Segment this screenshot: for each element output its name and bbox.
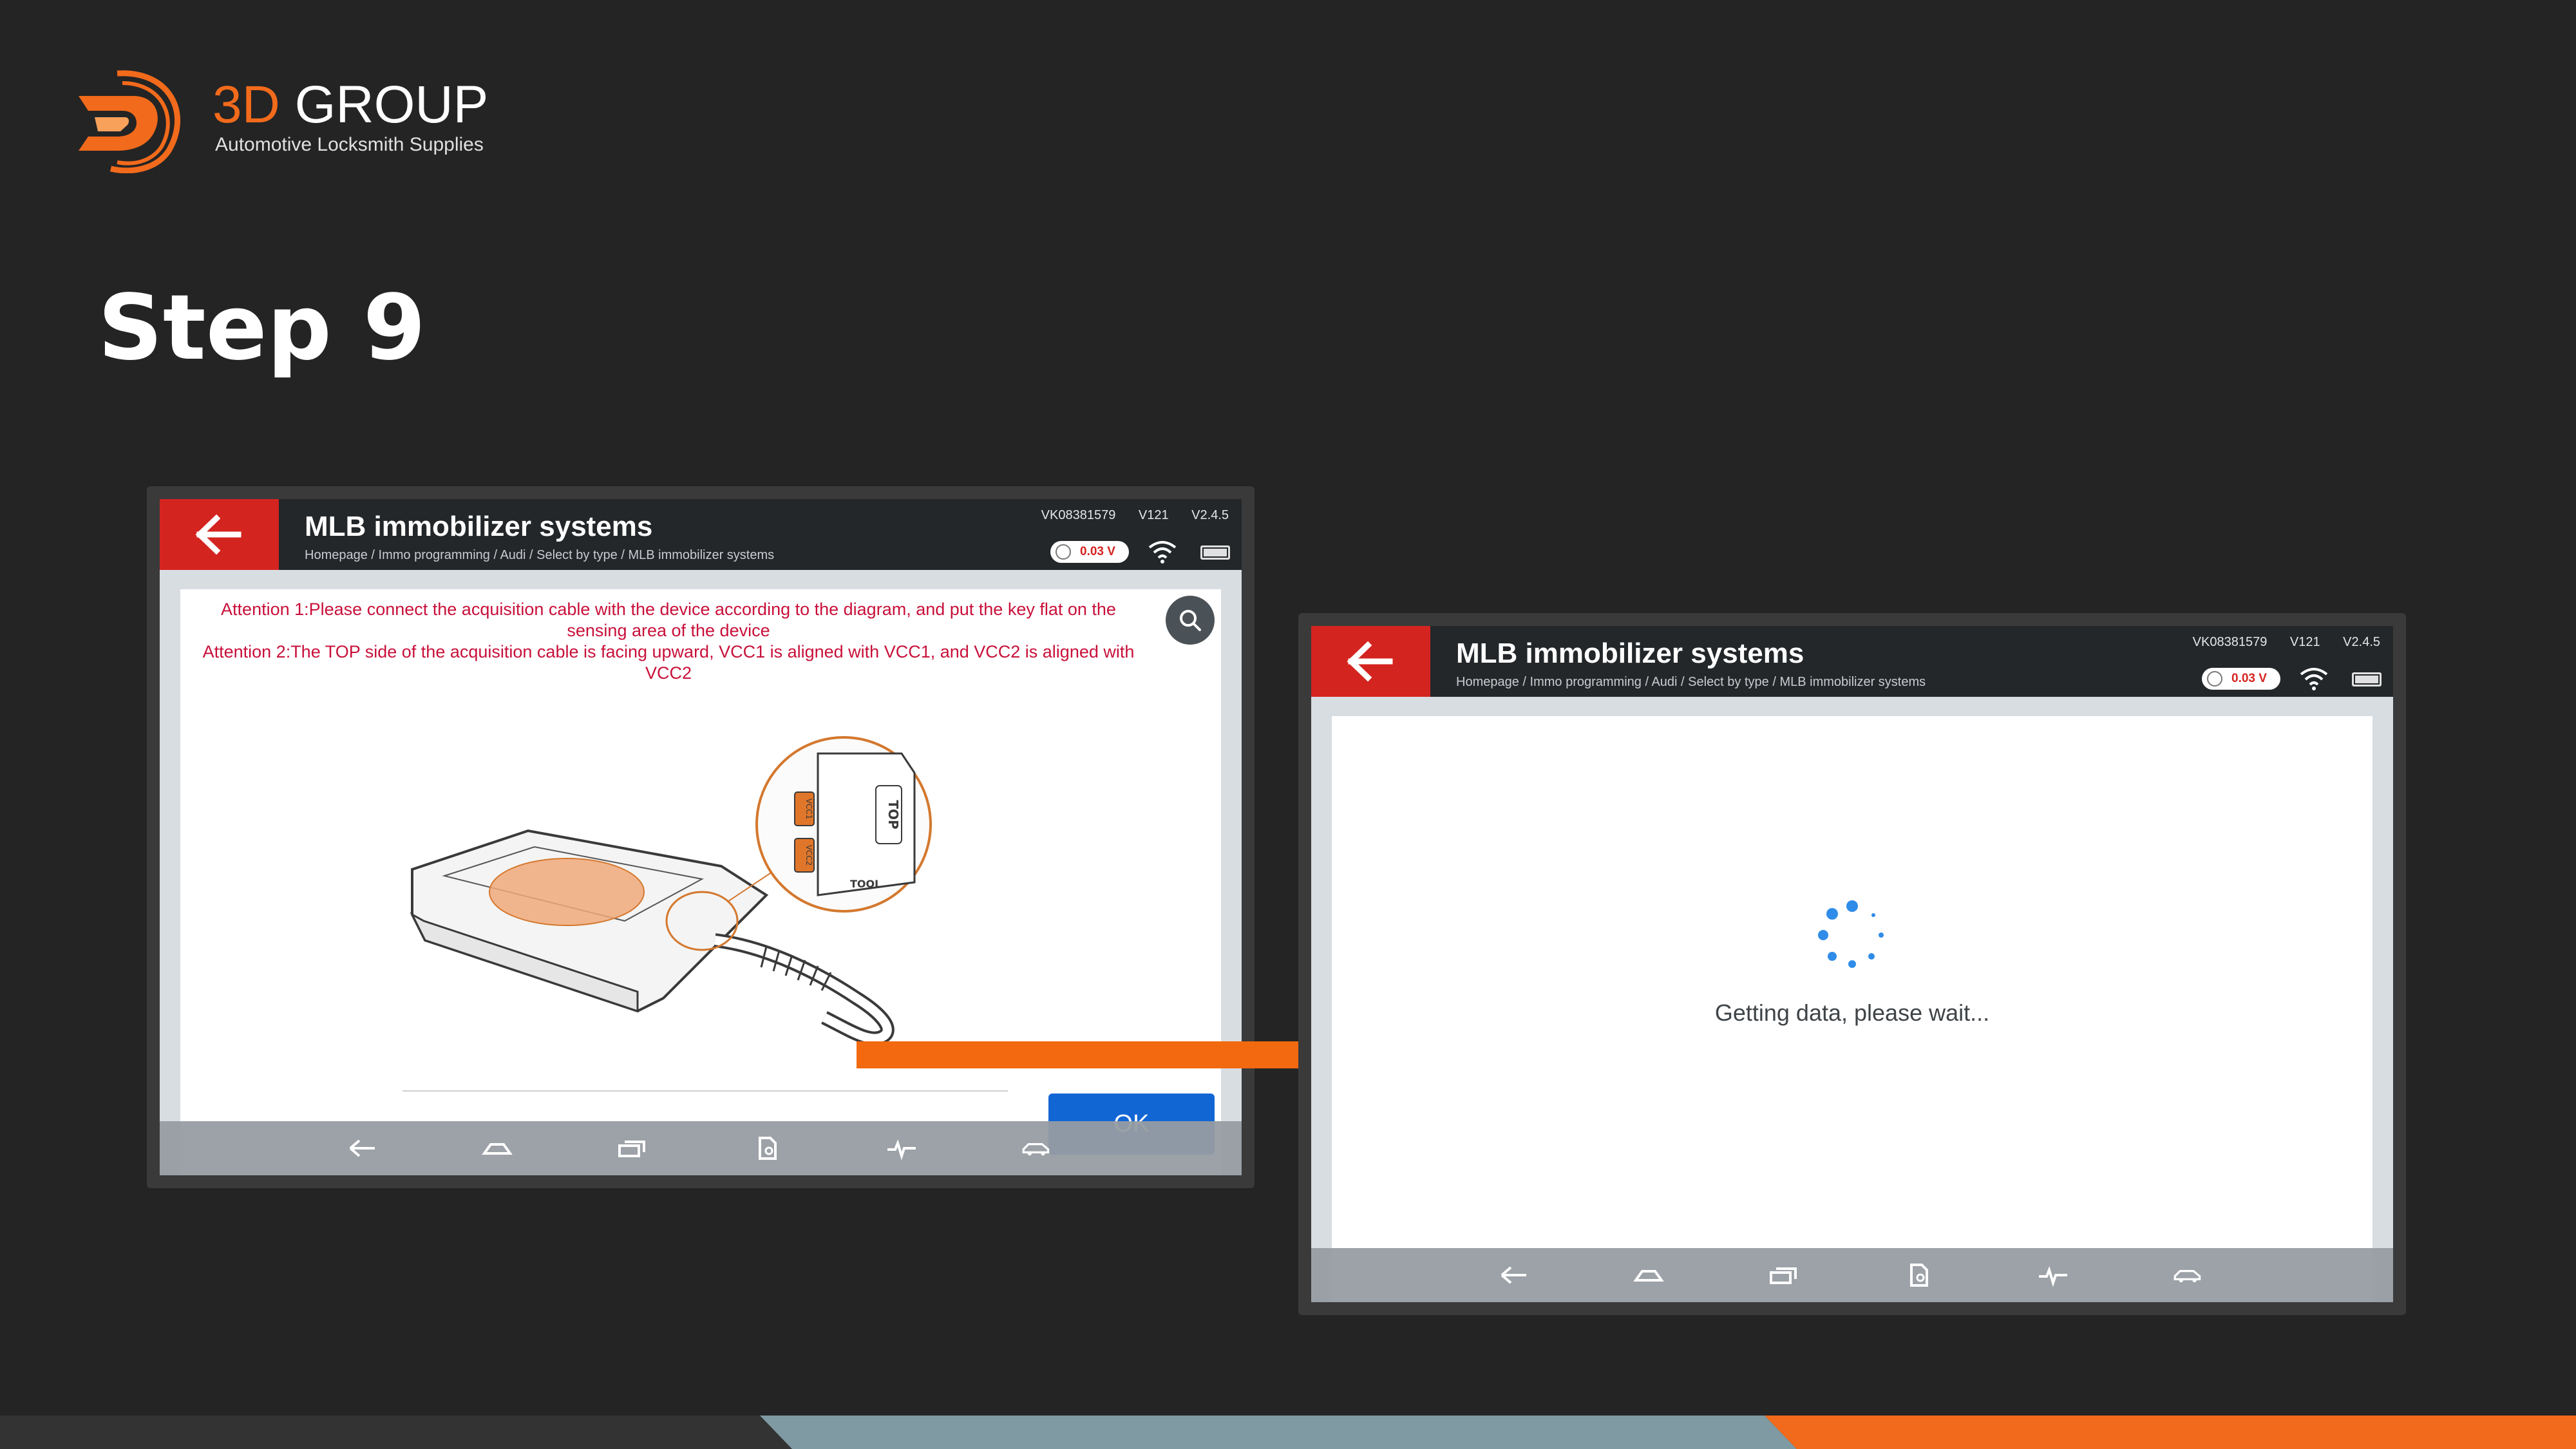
back-arrow-icon[interactable]: [346, 1134, 377, 1162]
app-header: MLB immobilizer systems Homepage / Immo …: [160, 499, 1242, 570]
car-icon[interactable]: [1021, 1134, 1052, 1162]
voltage-badge: 0.03 V: [1050, 541, 1129, 563]
zoom-button[interactable]: [1166, 596, 1215, 645]
battery-icon: [2352, 672, 2382, 687]
back-arrow-icon[interactable]: [1498, 1261, 1529, 1289]
brand-name-accent: 3D: [213, 75, 280, 134]
device-info: VK08381579 V121 V2.4.5: [1022, 508, 1229, 523]
serial-number: VK08381579: [2192, 635, 2268, 649]
device-screen: MLB immobilizer systems Homepage / Immo …: [1311, 626, 2393, 1302]
home-icon[interactable]: [482, 1134, 513, 1162]
file-search-icon[interactable]: [1904, 1261, 1935, 1289]
magnifier-icon: [1180, 610, 1201, 631]
app-header: MLB immobilizer systems Homepage / Immo …: [1311, 626, 2393, 697]
wifi-icon: [1148, 541, 1177, 564]
back-arrow-icon: [195, 514, 242, 555]
page-title: MLB immobilizer systems: [1456, 638, 1804, 669]
brand-name: 3D GROUP: [213, 79, 488, 131]
voltage-value: 0.03 V: [1080, 545, 1115, 558]
3d-group-logo-icon: [79, 70, 181, 173]
file-search-icon[interactable]: [752, 1134, 783, 1162]
wifi-icon: [2300, 668, 2328, 690]
recent-apps-icon[interactable]: [617, 1134, 648, 1162]
back-button[interactable]: [160, 499, 279, 570]
brand-name-rest: GROUP: [294, 75, 489, 134]
attention-messages: Attention 1:Please connect the acquisiti…: [193, 599, 1144, 684]
android-nav-bar: [1311, 1248, 2393, 1302]
waveform-icon[interactable]: [886, 1134, 917, 1162]
brand-tagline: Automotive Locksmith Supplies: [215, 134, 484, 155]
android-nav-bar: [160, 1121, 1242, 1175]
footer-color-band: [0, 1416, 2576, 1449]
device-screenshot-right: MLB immobilizer systems Homepage / Immo …: [1298, 613, 2406, 1315]
software-version: V2.4.5: [1191, 508, 1229, 522]
battery-icon: [1200, 545, 1230, 560]
vcc2-label: VCC2: [804, 845, 813, 866]
loading-spinner-icon: [1818, 900, 1884, 968]
serial-number: VK08381579: [1041, 508, 1116, 522]
software-version: V2.4.5: [2343, 635, 2380, 649]
tool-label: TOOL: [850, 878, 881, 890]
voltage-value: 0.03 V: [2231, 672, 2267, 685]
step-title: Step 9: [98, 276, 426, 381]
device-info: VK08381579 V121 V2.4.5: [2174, 635, 2380, 650]
breadcrumb: Homepage / Immo programming / Audi / Sel…: [305, 548, 775, 562]
top-label: TOP: [886, 800, 901, 829]
hardware-version: V121: [1138, 508, 1169, 522]
attention-2: Attention 2:The TOP side of the acquisit…: [202, 642, 1135, 683]
home-icon[interactable]: [1633, 1261, 1664, 1289]
waveform-icon[interactable]: [2038, 1261, 2069, 1289]
voltage-icon: [2207, 671, 2222, 687]
content-panel: Getting data, please wait...: [1332, 716, 2372, 1302]
voltage-badge: 0.03 V: [2202, 668, 2280, 690]
page-title: MLB immobilizer systems: [305, 511, 653, 542]
brand-header: 3D GROUP Automotive Locksmith Supplies: [72, 64, 488, 180]
recent-apps-icon[interactable]: [1768, 1261, 1799, 1289]
breadcrumb: Homepage / Immo programming / Audi / Sel…: [1456, 675, 1926, 689]
back-arrow-icon: [1347, 641, 1393, 682]
hardware-version: V121: [2289, 635, 2320, 649]
attention-1: Attention 1:Please connect the acquisiti…: [221, 600, 1116, 640]
vcc1-label: VCC1: [804, 799, 813, 820]
voltage-icon: [1056, 544, 1071, 560]
car-icon[interactable]: [2173, 1261, 2204, 1289]
back-button[interactable]: [1311, 626, 1430, 697]
loading-message: Getting data, please wait...: [1714, 999, 1990, 1026]
